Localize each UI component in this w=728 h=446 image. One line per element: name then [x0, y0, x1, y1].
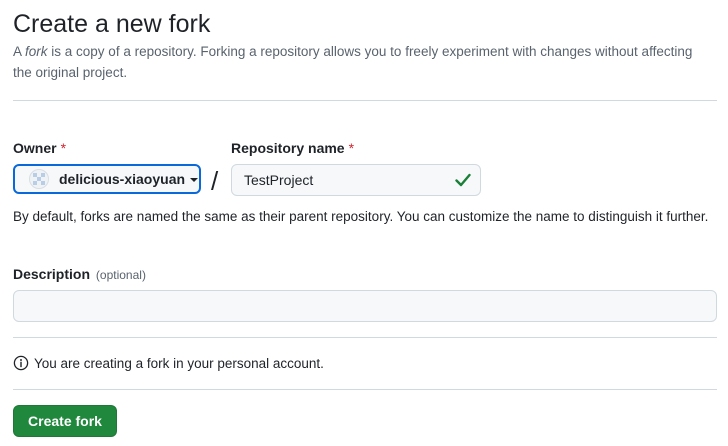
description-label-text: Description [13, 266, 91, 282]
header-divider [13, 100, 717, 101]
description-optional-label: (optional) [95, 268, 146, 282]
description-divider [13, 337, 717, 338]
owner-label-text: Owner [13, 140, 57, 156]
owner-avatar [29, 169, 49, 189]
owner-selected-value: delicious-xiaoyuan [59, 171, 186, 187]
subtitle-emphasis: fork [25, 44, 48, 59]
page-subtitle: A fork is a copy of a repository. Forkin… [13, 41, 703, 83]
triangle-down-icon [190, 177, 199, 182]
notice-text: You are creating a fork in your personal… [34, 355, 324, 371]
repository-name-label-text: Repository name [231, 140, 345, 156]
repository-name-label: Repository name * [231, 140, 354, 156]
personal-account-notice: You are creating a fork in your personal… [13, 355, 324, 371]
repository-name-input[interactable] [232, 165, 450, 195]
subtitle-prefix: A [13, 44, 26, 59]
subtitle-rest: is a copy of a repository. Forking a rep… [13, 44, 693, 80]
owner-repo-separator: / [211, 166, 219, 196]
repository-name-field [231, 164, 481, 196]
check-icon [455, 173, 471, 187]
repository-name-required-marker: * [348, 140, 355, 156]
description-input[interactable] [13, 290, 717, 322]
owner-label: Owner * [13, 140, 66, 156]
page-title: Create a new fork [13, 10, 211, 38]
description-label: Description (optional) [13, 266, 146, 282]
fork-name-hint: By default, forks are named the same as … [13, 209, 709, 224]
create-fork-button[interactable]: Create fork [13, 405, 117, 437]
owner-required-marker: * [60, 140, 67, 156]
notice-divider [13, 389, 717, 390]
info-icon [13, 355, 29, 371]
owner-select-button[interactable]: delicious-xiaoyuan [13, 164, 201, 194]
